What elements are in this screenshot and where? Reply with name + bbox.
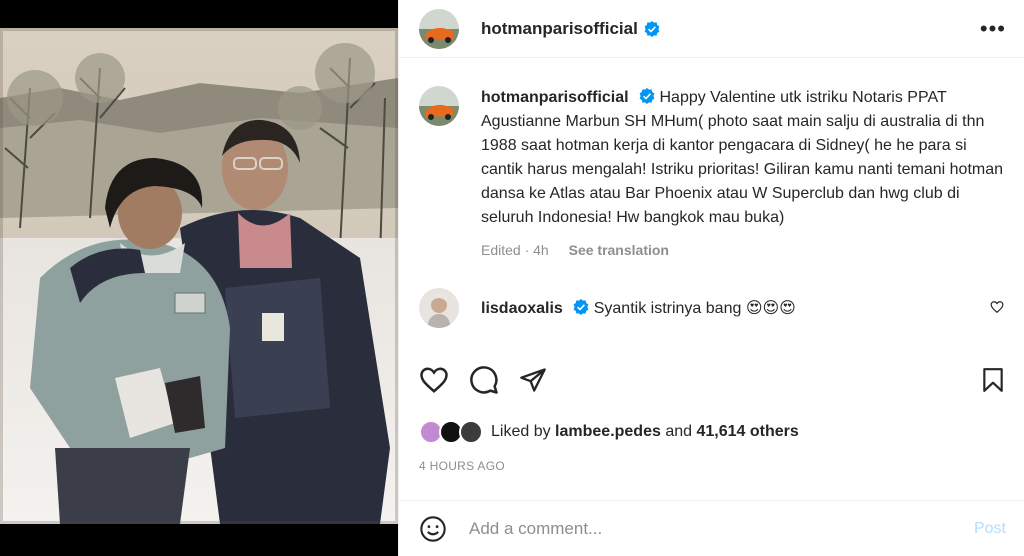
- caption-author-avatar[interactable]: [419, 86, 459, 126]
- see-translation-link[interactable]: See translation: [569, 242, 669, 258]
- comment-icon[interactable]: [469, 365, 499, 395]
- likes-row: Liked by lambee.pedes and 41,614 others: [419, 418, 799, 446]
- post-timestamp[interactable]: 4 HOURS AGO: [419, 459, 505, 473]
- author-avatar[interactable]: [419, 8, 459, 49]
- likes-text: Liked by lambee.pedes and 41,614 others: [491, 423, 799, 441]
- comment-composer: Post: [399, 500, 1024, 556]
- emoji-icon[interactable]: [419, 515, 447, 543]
- comment-like-heart-icon[interactable]: [990, 300, 1004, 314]
- likes-and: and: [665, 423, 693, 440]
- author-username[interactable]: hotmanparisofficial: [481, 19, 638, 39]
- commenter-avatar[interactable]: [419, 288, 459, 328]
- post-header: hotmanparisofficial •••: [399, 0, 1024, 58]
- caption: hotmanparisofficial Happy Valentine utk …: [419, 86, 1006, 262]
- edited-label: Edited · 4h: [481, 242, 549, 258]
- caption-meta: Edited · 4h See translation: [481, 238, 1006, 262]
- heart-icon[interactable]: [419, 365, 449, 395]
- comment-input[interactable]: [469, 518, 974, 539]
- verified-badge-icon: [639, 88, 655, 104]
- caption-text: Happy Valentine utk istriku Notaris PPAT…: [481, 89, 1004, 226]
- bookmark-icon[interactable]: [980, 366, 1006, 394]
- verified-badge-icon: [644, 20, 660, 37]
- comment-text: Syantik istrinya bang 😍😍😍: [593, 300, 796, 317]
- verified-badge-icon: [573, 299, 589, 315]
- comment-row: lisdaoxalis Syantik istrinya bang 😍😍😍: [419, 288, 1006, 328]
- likes-prefix: Liked by: [491, 423, 551, 440]
- post-comment-button[interactable]: Post: [974, 520, 1006, 538]
- commenter-username[interactable]: lisdaoxalis: [481, 300, 563, 317]
- post-photo[interactable]: [0, 28, 398, 524]
- liker-avatars[interactable]: [419, 418, 487, 446]
- more-options-icon[interactable]: •••: [980, 17, 1006, 40]
- photo-pane: [0, 0, 398, 556]
- caption-username[interactable]: hotmanparisofficial: [481, 89, 629, 106]
- post-viewer: hotmanparisofficial ••• hotmanparisoffic…: [0, 0, 1024, 556]
- share-icon[interactable]: [519, 366, 547, 394]
- likes-count[interactable]: 41,614 others: [696, 423, 798, 440]
- liker-username[interactable]: lambee.pedes: [555, 423, 661, 440]
- action-bar: [419, 360, 1006, 400]
- post-side-panel: hotmanparisofficial ••• hotmanparisoffic…: [398, 0, 1024, 556]
- comments-section: hotmanparisofficial Happy Valentine utk …: [399, 58, 1024, 358]
